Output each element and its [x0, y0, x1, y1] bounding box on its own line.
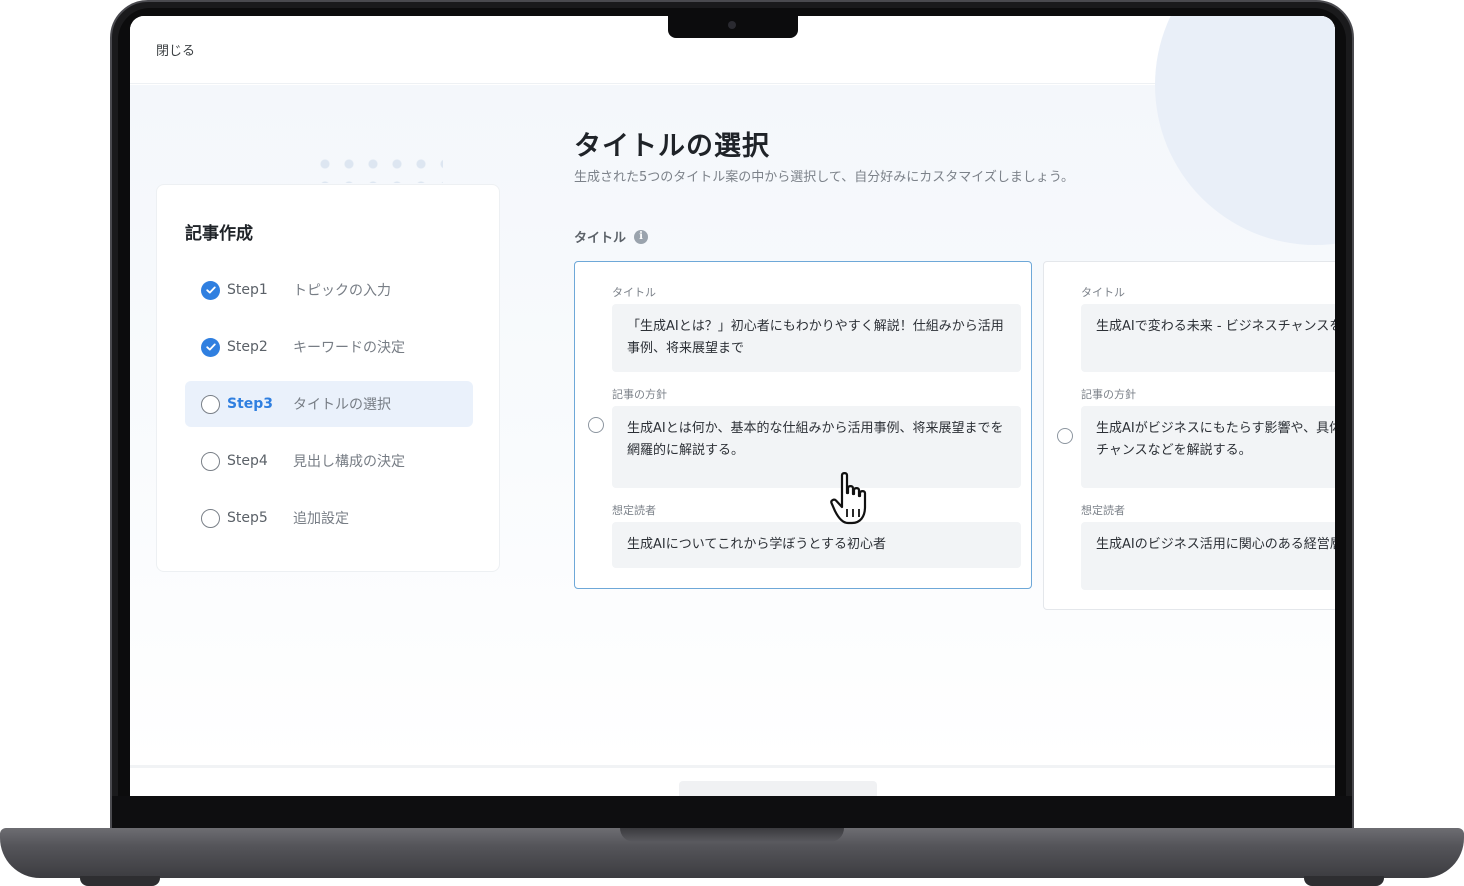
check-circle-icon	[201, 280, 220, 300]
bottom-action-bar	[130, 765, 1335, 796]
sidebar-title: 記事作成	[185, 224, 253, 244]
empty-circle-icon	[201, 451, 220, 471]
laptop-foot-left	[80, 876, 160, 886]
step-sidebar: 記事作成 Step1 トピックの入力 Step2 キーワードの決定 Step3 …	[156, 184, 500, 572]
empty-circle-icon	[201, 394, 220, 414]
hand-pointer-icon	[830, 472, 867, 525]
close-button[interactable]: 閉じる	[156, 40, 195, 59]
step-label: タイトルの選択	[293, 397, 391, 413]
option-reader-text: 生成AIについてこれから学ぼうとする初心者	[612, 522, 1021, 568]
next-button[interactable]	[679, 781, 877, 796]
option-radio-1[interactable]	[588, 417, 604, 433]
section-label-text: タイトル	[574, 231, 627, 246]
option-title-text: 生成AIで変わる未来 - ビジネスチャンスを徹底解説	[1081, 304, 1335, 372]
page-title: タイトルの選択	[574, 131, 770, 162]
step-number: Step4	[227, 453, 268, 469]
step-number: Step5	[227, 510, 268, 526]
section-label: タイトル i	[574, 227, 649, 246]
option-title-label: タイトル	[1081, 286, 1125, 299]
info-icon[interactable]: i	[634, 229, 649, 244]
decorative-circle	[1155, 16, 1335, 245]
empty-circle-icon	[201, 508, 220, 528]
option-policy-label: 記事の方針	[612, 388, 667, 401]
step-label: キーワードの決定	[293, 340, 405, 356]
option-reader-label: 想定読者	[1081, 504, 1125, 517]
sidebar-step-4[interactable]: Step4 見出し構成の決定	[185, 438, 473, 484]
step-label: 追加設定	[293, 511, 349, 527]
step-number: Step1	[227, 282, 268, 298]
step-label: 見出し構成の決定	[293, 454, 405, 470]
option-reader-text: 生成AIのビジネス活用に関心のある経営層・ビジネスパーソン	[1081, 522, 1335, 590]
step-number: Step3	[227, 396, 274, 412]
option-policy-label: 記事の方針	[1081, 388, 1136, 401]
camera-notch	[668, 16, 798, 38]
option-policy-text: 生成AIとは何か、基本的な仕組みから活用事例、将来展望までを網羅的に解説する。	[612, 406, 1021, 488]
sidebar-step-2[interactable]: Step2 キーワードの決定	[185, 324, 473, 370]
sidebar-step-5[interactable]: Step5 追加設定	[185, 495, 473, 541]
option-radio-2[interactable]	[1057, 428, 1073, 444]
check-circle-icon	[201, 337, 220, 357]
decorative-dots	[313, 153, 443, 183]
option-policy-text: 生成AIがビジネスにもたらす影響や、具体的な未来的なビジネスチャンスなどを解説す…	[1081, 406, 1335, 488]
step-label: トピックの入力	[293, 283, 391, 299]
camera-icon	[728, 21, 736, 29]
laptop-hinge	[112, 796, 1352, 828]
option-reader-label: 想定読者	[612, 504, 656, 517]
step-number: Step2	[227, 339, 268, 355]
laptop-foot-right	[1304, 876, 1384, 886]
page-subtitle: 生成された5つのタイトル案の中から選択して、自分好みにカスタマイズしましょう。	[574, 170, 1075, 185]
laptop-opening-notch	[620, 828, 844, 842]
title-option-card-1[interactable]: タイトル 「生成AIとは？」初心者にもわかりやすく解説！仕組みから活用事例、将来…	[574, 261, 1032, 589]
sidebar-step-3[interactable]: Step3 タイトルの選択	[185, 381, 473, 427]
title-option-card-2[interactable]: タイトル 生成AIで変わる未来 - ビジネスチャンスを徹底解説 記事の方針 生成…	[1043, 261, 1335, 610]
sidebar-step-1[interactable]: Step1 トピックの入力	[185, 267, 473, 313]
option-title-text: 「生成AIとは？」初心者にもわかりやすく解説！仕組みから活用事例、将来展望まで	[612, 304, 1021, 372]
option-title-label: タイトル	[612, 286, 656, 299]
app-screen: 閉じる 記事作成 Step1 トピックの入力 Step2 キーワードの決定 St…	[130, 16, 1335, 796]
